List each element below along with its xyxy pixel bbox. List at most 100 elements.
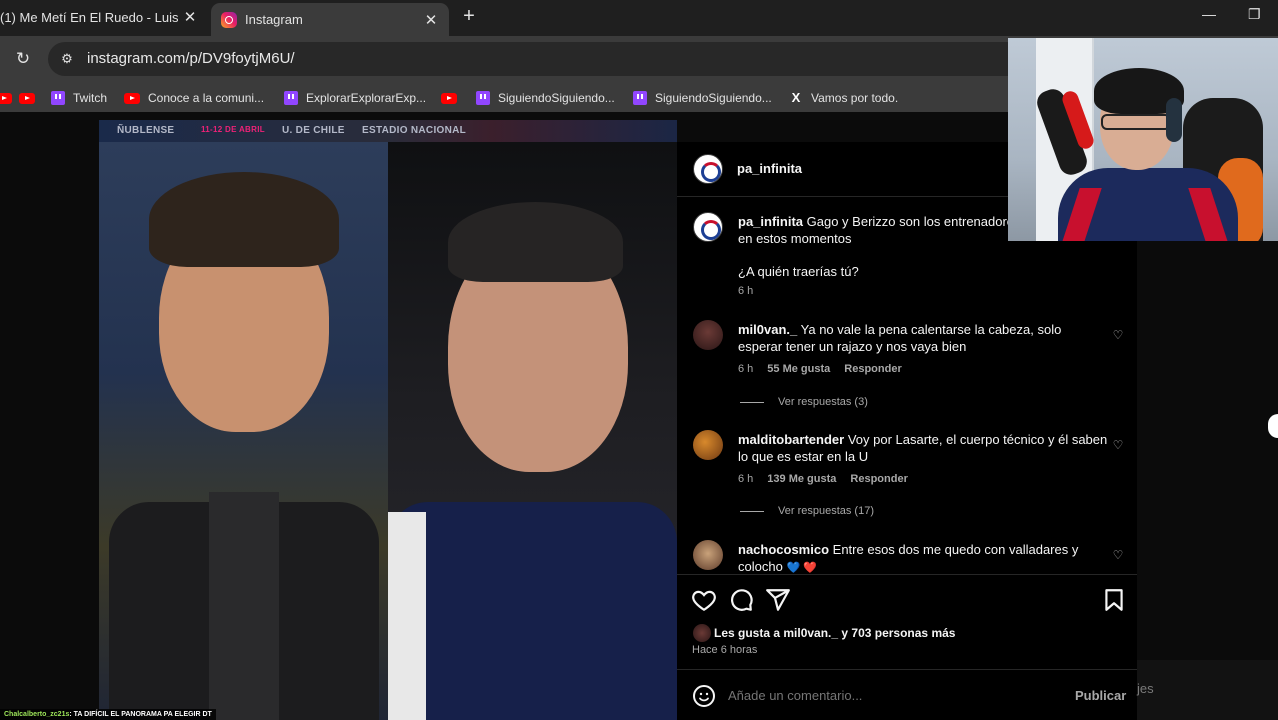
post-photo-left[interactable] <box>99 142 388 720</box>
comment-bubble-icon[interactable] <box>728 587 754 613</box>
tab-strip: (1) Me Metí En El Ruedo - Luis I ✕ Insta… <box>0 0 1278 36</box>
twitch-icon <box>284 91 298 105</box>
reply-button[interactable]: Responder <box>844 363 901 375</box>
banner-text: ESTADIO NACIONAL <box>362 125 467 136</box>
caption-question: ¿A quién traerías tú? <box>738 264 859 279</box>
bookmark-youtube[interactable] <box>19 89 43 107</box>
bookmark-label: Vamos por todo. <box>811 91 899 105</box>
comment-username[interactable]: malditobartender <box>738 432 844 447</box>
reload-icon[interactable]: ↻ <box>12 48 34 70</box>
like-heart-icon[interactable] <box>691 587 717 613</box>
view-replies-button[interactable]: Ver respuestas (3) <box>740 396 868 408</box>
side-messages-fragment[interactable] <box>1137 660 1278 720</box>
comment-username[interactable]: nachocosmico <box>738 542 829 557</box>
tab-youtube[interactable]: (1) Me Metí En El Ruedo - Luis I ✕ <box>0 0 208 34</box>
tab-title: Instagram <box>245 12 303 27</box>
twitch-icon <box>51 91 65 105</box>
share-send-icon[interactable] <box>765 587 791 613</box>
comment-likes[interactable]: 139 Me gusta <box>767 473 836 485</box>
post-age: Hace 6 horas <box>692 644 758 656</box>
like-comment-icon[interactable]: ♡ <box>1111 438 1125 452</box>
bookmark-label: Conoce a la comuni... <box>148 91 265 105</box>
close-tab-icon[interactable]: ✕ <box>180 8 200 26</box>
reply-button[interactable]: Responder <box>850 473 907 485</box>
comment-text: mil0van._ Ya no vale la pena calentarse … <box>738 321 1108 355</box>
close-tab-icon[interactable]: ✕ <box>421 11 441 29</box>
comment-username[interactable]: mil0van._ <box>738 322 797 337</box>
comment-emoji: 💙 ❤️ <box>786 562 817 574</box>
bookmark-twitch[interactable]: Twitch <box>51 89 107 107</box>
divider <box>677 669 1137 670</box>
new-tab-button[interactable]: + <box>458 5 480 27</box>
shirt-shape <box>209 492 279 720</box>
tab-title: (1) Me Metí En El Ruedo - Luis I <box>0 9 180 25</box>
restore-icon[interactable]: ❐ <box>1248 6 1261 23</box>
commenter-avatar[interactable] <box>693 540 723 570</box>
bookmark-save-icon[interactable] <box>1101 587 1127 613</box>
chat-username: Chalcalberto_zc21s <box>4 711 70 718</box>
youtube-icon <box>19 92 35 104</box>
commenter-avatar[interactable] <box>693 320 723 350</box>
next-post-button[interactable] <box>1268 414 1278 438</box>
youtube-icon <box>441 92 457 104</box>
hair-shape <box>448 202 623 282</box>
divider <box>677 574 1137 575</box>
emoji-smiley-icon[interactable] <box>692 684 716 708</box>
replies-line <box>740 401 764 403</box>
bookmark-x[interactable]: X Vamos por todo. <box>789 89 899 107</box>
publish-button[interactable]: Publicar <box>1075 688 1126 703</box>
bookmark-label: Twitch <box>73 91 108 105</box>
commenter-avatar[interactable] <box>693 430 723 460</box>
side-fragment-text: jes <box>1137 681 1154 696</box>
likes-summary[interactable]: Les gusta a mil0van._ y 703 personas más <box>714 626 955 640</box>
site-settings-icon[interactable]: ⚙ <box>58 50 76 68</box>
hair-shape <box>149 172 339 267</box>
x-icon: X <box>791 90 801 105</box>
author-username[interactable]: pa_infinita <box>737 161 802 176</box>
glasses-shape <box>1101 114 1171 130</box>
caption-avatar[interactable] <box>693 212 723 242</box>
youtube-icon <box>0 92 12 104</box>
youtube-icon <box>124 92 140 104</box>
bookmark-youtube[interactable] <box>0 89 20 107</box>
like-comment-icon[interactable]: ♡ <box>1111 328 1125 342</box>
bookmark-following-1[interactable]: SiguiendoSiguiendo... <box>476 89 615 107</box>
banner-text: U. DE CHILE <box>282 125 345 136</box>
view-replies-button[interactable]: Ver respuestas (17) <box>740 505 874 517</box>
view-replies-label: Ver respuestas (3) <box>778 396 868 408</box>
chat-text: : TA DIFÍCIL EL PANORAMA PA ELEGIR DT <box>69 711 212 718</box>
stripe-shape <box>388 512 426 720</box>
comment-text: nachocosmico Entre esos dos me quedo con… <box>738 541 1108 577</box>
twitch-icon <box>633 91 647 105</box>
timestamp: 6 h <box>738 285 754 297</box>
twitch-icon <box>476 91 490 105</box>
bookmark-explore[interactable]: ExplorarExplorarExp... <box>284 89 426 107</box>
timestamp: 6 h <box>738 363 754 375</box>
minimize-icon[interactable]: — <box>1202 6 1216 22</box>
photo-banner: ÑUBLENSE 11-12 DE ABRIL U. DE CHILE ESTA… <box>99 120 677 142</box>
comment-likes[interactable]: 55 Me gusta <box>767 363 830 375</box>
caption-username[interactable]: pa_infinita <box>738 214 803 229</box>
banner-text: 11-12 DE ABRIL <box>201 125 265 134</box>
bookmark-following-2[interactable]: SiguiendoSiguiendo... <box>633 89 772 107</box>
like-comment-icon[interactable]: ♡ <box>1111 548 1125 562</box>
bookmark-youtube[interactable] <box>441 89 465 107</box>
headset-shape <box>1166 98 1182 142</box>
comment-input[interactable] <box>728 688 1028 703</box>
bookmark-community[interactable]: Conoce a la comuni... <box>124 89 264 107</box>
tab-instagram[interactable]: Instagram ✕ <box>211 3 449 36</box>
bookmark-label: SiguiendoSiguiendo... <box>498 91 615 105</box>
comment-meta: 6 h 139 Me gusta Responder <box>738 473 908 485</box>
author-avatar[interactable] <box>693 154 723 184</box>
banner-text: ÑUBLENSE <box>117 125 175 136</box>
view-replies-label: Ver respuestas (17) <box>778 505 874 517</box>
instagram-icon <box>221 11 237 28</box>
post-photo-right[interactable] <box>388 142 677 720</box>
stream-chat-message: Chalcalberto_zc21s: TA DIFÍCIL EL PANORA… <box>0 709 216 720</box>
bookmark-label: SiguiendoSiguiendo... <box>655 91 772 105</box>
url-text[interactable]: instagram.com/p/DV9foytjM6U/ <box>87 50 295 67</box>
bookmark-label: ExplorarExplorarExp... <box>306 91 427 105</box>
comment-text: malditobartender Voy por Lasarte, el cue… <box>738 431 1108 465</box>
liker-avatar <box>693 624 711 642</box>
webcam-overlay <box>1008 38 1278 241</box>
